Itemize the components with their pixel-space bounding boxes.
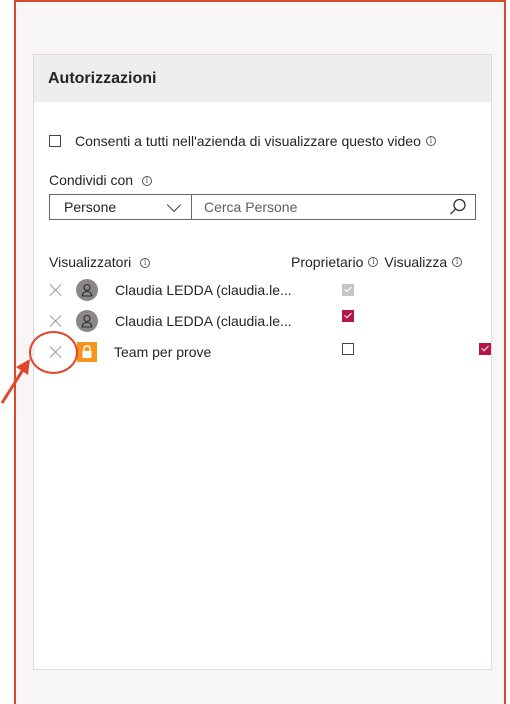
annotation-circle (29, 331, 78, 374)
info-icon[interactable]: i (141, 176, 152, 187)
person-icon (81, 283, 93, 297)
owner-checkbox[interactable] (342, 343, 354, 355)
avatar (76, 279, 98, 301)
share-type-value: Persone (64, 199, 117, 215)
info-icon[interactable]: i (368, 257, 379, 267)
info-icon[interactable]: i (425, 136, 436, 146)
panel-header: Autorizzazioni (34, 55, 491, 102)
share-with-label: Condividi con (49, 172, 134, 188)
viewer-name: Claudia LEDDA (claudia.le... (115, 282, 292, 298)
viewers-heading: Visualizzatori (49, 254, 132, 270)
list-item: Claudia LEDDA (claudia.le... (49, 310, 292, 332)
search-people-input[interactable]: Cerca Persone (192, 194, 476, 220)
panel-title: Autorizzazioni (48, 69, 157, 87)
viewer-name: Team per prove (114, 344, 212, 360)
share-with-label-row: Condividi con i (49, 172, 152, 188)
annotation-arrow (0, 359, 30, 404)
list-item: Claudia LEDDA (claudia.le... (49, 279, 292, 301)
chevron-down-icon (166, 197, 182, 212)
allow-all-checkbox[interactable] (49, 135, 61, 147)
search-icon[interactable] (449, 198, 467, 216)
allow-all-label: Consenti a tutti nell'azienda di visuali… (75, 133, 421, 149)
column-headers: Proprietario i Visualizza i (291, 254, 463, 270)
viewer-name: Claudia LEDDA (claudia.le... (115, 313, 292, 329)
remove-icon[interactable] (49, 314, 63, 328)
share-type-dropdown[interactable]: Persone (49, 194, 192, 220)
view-checkbox[interactable] (479, 343, 491, 355)
owner-column-header: Proprietario (291, 254, 364, 270)
group-badge (77, 342, 97, 362)
share-controls: Persone Cerca Persone (49, 194, 476, 220)
viewers-heading-row: Visualizzatori i (49, 254, 151, 270)
permissions-panel: Autorizzazioni Consenti a tutti nell'azi… (33, 54, 492, 670)
avatar (76, 310, 98, 332)
remove-icon[interactable] (49, 283, 63, 297)
owner-checkbox[interactable] (342, 310, 354, 322)
info-icon[interactable]: i (452, 257, 463, 267)
search-placeholder: Cerca Persone (204, 199, 298, 215)
info-icon[interactable]: i (140, 258, 151, 269)
allow-all-row: Consenti a tutti nell'azienda di visuali… (49, 133, 436, 149)
view-column-header: Visualizza (384, 254, 448, 270)
person-icon (81, 314, 93, 328)
lock-icon (82, 345, 92, 358)
owner-checkbox (342, 284, 354, 296)
